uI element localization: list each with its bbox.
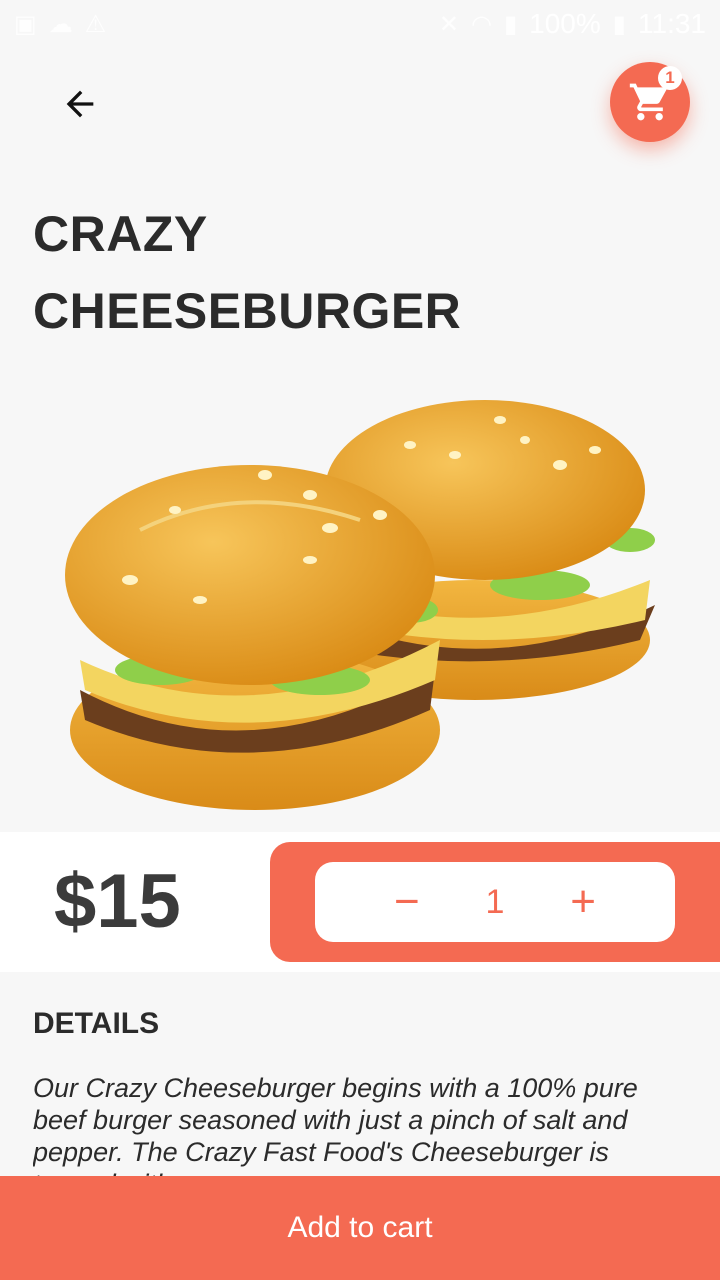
quantity-stepper: − 1 + (315, 862, 675, 942)
cloud-icon: ☁ (48, 10, 73, 38)
image-notification-icon: ▣ (14, 10, 37, 38)
arrow-left-icon (66, 90, 94, 118)
burger-front (65, 465, 440, 810)
details-description: Our Crazy Cheeseburger begins with a 100… (33, 1073, 638, 1176)
product-price: $15 (54, 859, 181, 944)
clock: 11:31 (638, 8, 706, 39)
warning-icon: ⚠ (84, 10, 107, 38)
quantity-panel: − 1 + (270, 842, 720, 962)
product-title-line1: CRAZY (33, 206, 208, 262)
wifi-icon: ◠ (470, 10, 492, 38)
product-title-line2: CHEESEBURGER (33, 283, 462, 339)
cheeseburger-image (65, 400, 655, 810)
details-heading: DETAILS (33, 1007, 160, 1040)
increase-quantity-button[interactable]: + (558, 880, 608, 924)
battery-icon: ▮ (612, 10, 626, 38)
signal-icon: ▮ (503, 10, 518, 38)
status-bar: ▣ ☁ ⚠ ✕ ◠ ▮ 100% ▮ 11:31 (0, 0, 720, 48)
mute-icon: ✕ (438, 10, 459, 38)
status-right: ✕ ◠ ▮ 100% ▮ 11:31 (439, 8, 706, 40)
add-to-cart-button[interactable]: Add to cart (0, 1176, 720, 1280)
quantity-value: 1 (485, 882, 505, 921)
product-title: CRAZY CHEESEBURGER (33, 196, 673, 350)
back-button[interactable] (56, 80, 104, 128)
price-row: $15 − 1 + (0, 832, 720, 972)
status-left: ▣ ☁ ⚠ (14, 10, 106, 39)
decrease-quantity-button[interactable]: − (382, 880, 432, 924)
battery-percent: 100% (529, 8, 601, 39)
cart-count-badge: 1 (658, 66, 682, 90)
cart-button[interactable]: 1 (610, 62, 690, 142)
